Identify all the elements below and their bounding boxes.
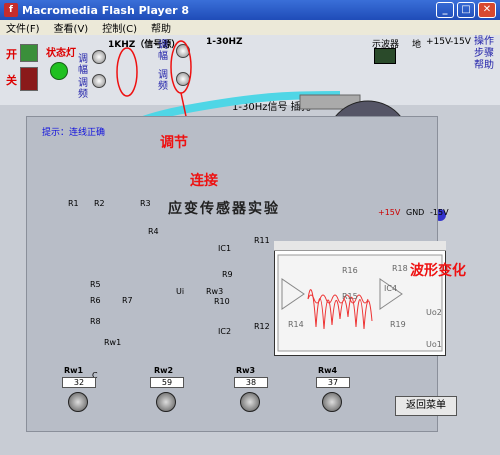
rw1-circuit-label: Rw1 — [104, 338, 122, 347]
pot2-value: 59 — [150, 377, 184, 388]
ic2-label: IC2 — [218, 327, 232, 336]
osc-r19-label: R19 — [390, 320, 406, 329]
pot4-dial[interactable] — [322, 392, 342, 412]
pot1-label: Rw1 — [64, 366, 84, 375]
flash-logo-icon: f — [4, 3, 18, 17]
window-titlebar: f Macromedia Flash Player 8 _ □ ✕ — [0, 0, 500, 20]
r12-label: R12 — [254, 322, 270, 331]
annotation-tune: 调节 — [160, 135, 188, 151]
minimize-button[interactable]: _ — [436, 2, 454, 18]
pot3-value: 38 — [234, 377, 268, 388]
r3-label: R3 — [140, 199, 151, 208]
pot4-label: Rw4 — [318, 366, 338, 375]
window-title: Macromedia Flash Player 8 — [22, 3, 190, 17]
experiment-title: 应变传感器实验 — [168, 201, 280, 217]
pot3-label: Rw3 — [236, 366, 256, 375]
pot2-dial[interactable] — [156, 392, 176, 412]
pos15-board-label: +15V — [378, 208, 401, 217]
close-button[interactable]: ✕ — [478, 2, 496, 18]
r6-label: R6 — [90, 296, 101, 305]
neg15-board-label: -15V — [430, 208, 449, 217]
oscilloscope-titlebar[interactable] — [274, 241, 446, 251]
r11-label: R11 — [254, 236, 270, 245]
pot1-value: 32 — [62, 377, 96, 388]
ui-label: Ui — [176, 287, 185, 296]
menu-file[interactable]: 文件(F) — [6, 20, 40, 35]
rw3-label: Rw3 — [206, 287, 224, 296]
r1-label: R1 — [68, 199, 79, 208]
maximize-button[interactable]: □ — [457, 2, 475, 18]
osc-r15-label: R15 — [342, 292, 358, 301]
osc-r14-label: R14 — [288, 320, 304, 329]
pot2-label: Rw2 — [154, 366, 174, 375]
r5-label: R5 — [90, 280, 101, 289]
osc-r18-label: R18 — [392, 264, 408, 273]
menu-view[interactable]: 查看(V) — [54, 20, 89, 35]
r7-label: R7 — [122, 296, 133, 305]
ic1-label: IC1 — [218, 244, 232, 253]
menu-bar: 文件(F) 查看(V) 控制(C) 帮助 — [0, 20, 500, 35]
osc-ic4-label: IC4 — [384, 284, 398, 293]
osc-r16-label: R16 — [342, 266, 358, 275]
r2-label: R2 — [94, 199, 105, 208]
hint-text: 提示：连线正确 — [42, 128, 106, 138]
r10-label: R10 — [214, 297, 230, 306]
osc-uo2-label: Uo2 — [426, 308, 442, 317]
r8-label: R8 — [90, 317, 101, 326]
pot4-value: 37 — [316, 377, 350, 388]
pot1-dial[interactable] — [68, 392, 88, 412]
gnd-board-label: GND — [406, 208, 425, 217]
osc-uo1-label: Uo1 — [426, 340, 442, 349]
menu-help[interactable]: 帮助 — [151, 20, 171, 35]
pot3-dial[interactable] — [240, 392, 260, 412]
r9-label: R9 — [222, 270, 233, 279]
back-to-menu-button[interactable]: 返回菜单 — [395, 396, 457, 416]
annotation-wave: 波形变化 — [410, 263, 466, 279]
menu-control[interactable]: 控制(C) — [102, 20, 137, 35]
annotation-connect: 连接 — [190, 173, 218, 189]
r4-label: R4 — [148, 227, 159, 236]
